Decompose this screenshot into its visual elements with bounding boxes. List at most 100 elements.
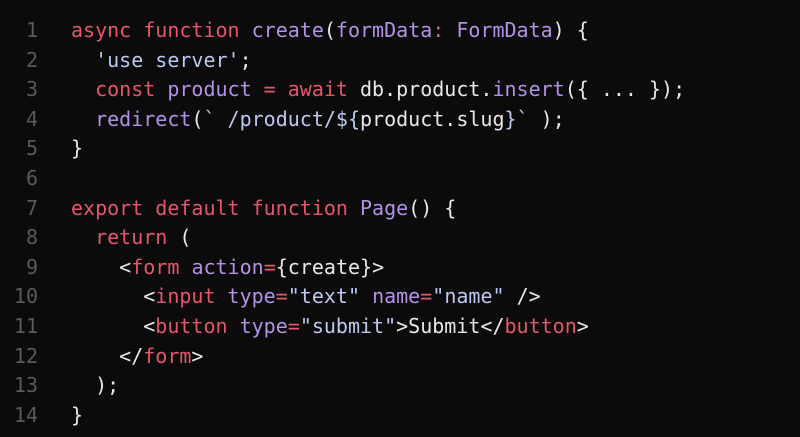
code-token: =: [263, 254, 276, 279]
code-line: 10 <input type="text" name="name" />: [0, 282, 800, 312]
line-number: 13: [13, 373, 38, 398]
code-token: }: [71, 136, 84, 161]
code-token: (: [323, 18, 336, 42]
code-text: <form action={create}>: [71, 253, 384, 283]
code-token: () {: [408, 195, 457, 220]
code-token: db.product.: [360, 77, 493, 102]
code-token: FormData: [456, 18, 553, 42]
line-number: 8: [25, 225, 38, 250]
code-editor: 1 async function create(formData: FormDat…: [0, 0, 800, 437]
code-token: action: [191, 254, 264, 279]
code-line: 4 redirect(` /product/${product.slug}` )…: [0, 105, 800, 135]
code-token: >: [372, 254, 385, 279]
code-token: product: [167, 77, 252, 102]
code-token: "name": [432, 284, 505, 309]
code-token: const: [95, 77, 168, 102]
code-line: 9 <form action={create}>: [0, 253, 800, 283]
code-token: type: [239, 313, 288, 338]
code-line: 1 async function create(formData: FormDat…: [0, 16, 800, 46]
line-number: 2: [25, 47, 38, 72]
line-number: 9: [25, 254, 38, 279]
code-token: async function: [71, 18, 252, 42]
code-token: <: [71, 313, 156, 338]
code-token: :: [432, 18, 457, 42]
code-token: ({ ... });: [564, 77, 686, 102]
code-token: </: [71, 343, 144, 368]
line-number: 5: [25, 136, 38, 161]
code-token: <: [71, 254, 132, 279]
code-token: form: [143, 343, 192, 368]
code-token: input: [155, 284, 228, 309]
code-line: 3 const product = await db.product.inser…: [0, 75, 800, 105]
line-number: 4: [25, 106, 38, 131]
code-token: />: [504, 284, 541, 309]
code-line: 7 export default function Page() {: [0, 194, 800, 224]
code-text: }: [71, 134, 83, 164]
code-token: (: [191, 106, 204, 131]
code-token: redirect: [95, 106, 192, 131]
code-token: 'use server': [95, 47, 240, 72]
code-token: );: [528, 106, 565, 131]
code-token: product.slug: [360, 106, 505, 131]
code-token: name: [372, 284, 421, 309]
code-text: }: [71, 401, 83, 431]
code-token: >Submit</: [396, 313, 505, 338]
code-token: =: [251, 77, 288, 102]
code-text: const product = await db.product.insert(…: [71, 75, 685, 105]
code-line: 12 </form>: [0, 342, 800, 372]
code-token: await: [287, 77, 361, 102]
code-token: form: [131, 254, 192, 279]
code-line: 2 'use server';: [0, 46, 800, 76]
code-token: export default function: [71, 195, 360, 220]
code-token: <: [71, 284, 156, 309]
code-token: =: [275, 284, 288, 309]
line-number: 12: [13, 343, 38, 368]
code-text: </form>: [71, 342, 203, 372]
code-token: }`: [504, 106, 529, 131]
code-token: }: [71, 402, 84, 427]
code-token: formData: [335, 18, 433, 42]
code-line: 6: [0, 164, 800, 194]
code-token: button: [504, 313, 577, 338]
code-token: >: [191, 343, 204, 368]
code-text: redirect(` /product/${product.slug}` );: [71, 105, 565, 135]
code-token: button: [155, 313, 240, 338]
code-token: Page: [359, 195, 409, 220]
code-line: 5}: [0, 134, 800, 164]
code-text: export default function Page() {: [71, 194, 456, 224]
line-number: 7: [25, 195, 38, 220]
line-number: 1: [25, 18, 38, 42]
code-line: 13 );: [0, 371, 800, 401]
code-token: insert: [492, 77, 565, 102]
code-token: return: [95, 225, 168, 250]
code-text: return (: [71, 223, 191, 253]
code-token: "submit": [299, 313, 397, 338]
code-token: ` /product/${: [203, 106, 361, 131]
code-token: =: [420, 284, 433, 309]
line-number: 10: [13, 284, 38, 309]
code-line: 11 <button type="submit">Submit</button>: [0, 312, 800, 342]
code-text: 'use server';: [71, 46, 252, 76]
code-line: 8 return (: [0, 223, 800, 253]
code-token: );: [71, 373, 120, 398]
code-text: <input type="text" name="name" />: [71, 282, 541, 312]
code-text: <button type="submit">Submit</button>: [71, 312, 589, 342]
line-number: 6: [25, 165, 38, 190]
code-token: ) {: [552, 18, 589, 42]
code-token: "text": [287, 284, 373, 309]
code-token: create: [251, 18, 324, 42]
line-number: 3: [25, 77, 38, 102]
line-number: 14: [13, 402, 38, 427]
code-token: type: [227, 284, 276, 309]
code-text: );: [71, 371, 119, 401]
code-token: >: [576, 313, 589, 338]
line-number: 11: [13, 313, 38, 338]
code-token: ;: [239, 47, 252, 72]
code-token: =: [287, 313, 300, 338]
code-token: {create}: [275, 254, 373, 279]
code-token: (: [167, 225, 192, 250]
code-line: 14}: [0, 401, 800, 431]
